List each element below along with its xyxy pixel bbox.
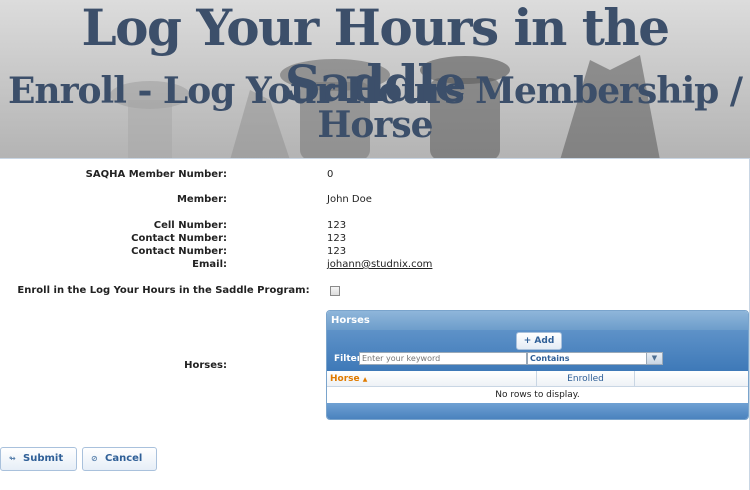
cell-number-value: 123	[327, 220, 347, 231]
enrollment-form: SAQHA Member Number: 0 Member: John Doe …	[0, 158, 750, 490]
column-header-horse-label: Horse	[330, 374, 360, 384]
filter-mode-value: Contains	[530, 354, 570, 363]
contact-number-value: 123	[327, 233, 347, 244]
page-subtitle: Enroll - Log Your Hours Membership / Hor…	[7, 70, 743, 146]
chevron-down-icon[interactable]: ▼	[646, 353, 662, 364]
add-horse-button[interactable]: + Add	[516, 332, 562, 350]
filter-search-input[interactable]	[359, 352, 527, 365]
horses-label: Horses:	[184, 360, 227, 371]
filter-label: Filter	[334, 354, 362, 364]
member-value: John Doe	[327, 194, 372, 205]
submit-button[interactable]: ↬ Submit	[0, 447, 77, 471]
email-label: Email:	[192, 259, 227, 270]
email-link[interactable]: johann@studnix.com	[327, 259, 432, 270]
filter-mode-select[interactable]: Contains ▼	[527, 352, 663, 365]
member-number-label: SAQHA Member Number:	[85, 169, 227, 180]
contact-number-2-label: Contact Number:	[131, 246, 227, 257]
horses-grid: Horses + Add Filter Contains ▼ Horse ▲ E…	[326, 310, 749, 420]
member-label: Member:	[176, 194, 227, 205]
cancel-circle-icon: ⊘	[91, 454, 98, 463]
plus-icon: +	[523, 336, 532, 346]
contact-number-2-value: 123	[327, 246, 347, 257]
horses-grid-footer	[327, 403, 748, 419]
contact-number-label: Contact Number:	[131, 233, 227, 244]
add-horse-label: Add	[534, 336, 555, 346]
sort-ascending-icon: ▲	[362, 376, 368, 383]
column-header-enrolled-label: Enrolled	[567, 374, 604, 384]
enroll-program-label: Enroll in the Log Your Hours in the Sadd…	[17, 285, 310, 296]
cancel-button-label: Cancel	[105, 453, 143, 464]
cancel-button[interactable]: ⊘ Cancel	[82, 447, 157, 471]
horses-grid-toolbar: + Add Filter Contains ▼	[327, 330, 748, 371]
cell-number-label: Cell Number:	[153, 220, 227, 231]
column-header-horse[interactable]: Horse ▲	[327, 371, 537, 387]
no-rows-message: No rows to display.	[495, 390, 580, 400]
submit-arrow-icon: ↬	[9, 454, 16, 463]
header-banner: Log Your Hours in the Saddle Enroll - Lo…	[0, 0, 750, 160]
horses-grid-column-headers: Horse ▲ Enrolled	[327, 371, 748, 387]
submit-button-label: Submit	[23, 453, 64, 464]
column-header-enrolled[interactable]: Enrolled	[537, 371, 635, 387]
member-number-value: 0	[327, 169, 334, 180]
enroll-program-checkbox[interactable]	[330, 286, 340, 296]
horses-grid-title: Horses	[327, 311, 748, 330]
